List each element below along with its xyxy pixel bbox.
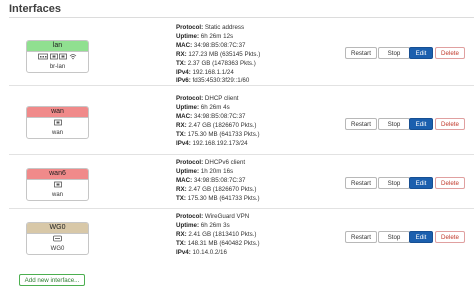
ethernet-port-icon bbox=[59, 53, 68, 60]
interface-row-wan: wan wan Protocol: DHCP client Uptime: 6h… bbox=[9, 88, 474, 155]
stop-button[interactable]: Stop bbox=[378, 47, 410, 59]
ethernet-port-icon bbox=[53, 181, 62, 188]
device-icons bbox=[27, 235, 88, 245]
network-switch-icon bbox=[38, 53, 48, 60]
restart-button[interactable]: Restart bbox=[345, 118, 377, 130]
ethernet-port-icon bbox=[49, 53, 58, 60]
device-icons bbox=[27, 53, 88, 63]
edit-button[interactable]: Edit bbox=[409, 118, 433, 130]
interface-name: lan bbox=[27, 41, 88, 52]
interface-badge[interactable]: wan wan bbox=[26, 106, 89, 139]
interface-status: Protocol: DHCPv6 client Uptime: 1h 20m 1… bbox=[176, 159, 260, 202]
interface-badge[interactable]: WG0 WG0 bbox=[26, 222, 89, 255]
restart-button[interactable]: Restart bbox=[345, 177, 377, 189]
wifi-icon bbox=[69, 54, 77, 60]
delete-button[interactable]: Delete bbox=[435, 118, 465, 130]
add-new-interface-button[interactable]: Add new interface... bbox=[19, 274, 85, 286]
page-title: Interfaces bbox=[9, 3, 61, 15]
stop-button[interactable]: Stop bbox=[378, 118, 410, 130]
edit-button[interactable]: Edit bbox=[409, 231, 433, 243]
device-name: wan bbox=[51, 130, 63, 136]
delete-button[interactable]: Delete bbox=[435, 47, 465, 59]
device-name: br-lan bbox=[49, 64, 66, 70]
delete-button[interactable]: Delete bbox=[435, 231, 465, 243]
interface-name: wan bbox=[27, 107, 88, 118]
device-icons bbox=[27, 181, 88, 191]
stop-button[interactable]: Stop bbox=[378, 231, 410, 243]
row-divider bbox=[9, 85, 474, 86]
device-name: wan bbox=[51, 192, 63, 198]
interface-badge[interactable]: lan br-lan bbox=[26, 40, 89, 73]
tunnel-icon bbox=[53, 235, 62, 242]
edit-button[interactable]: Edit bbox=[409, 177, 433, 189]
stop-button[interactable]: Stop bbox=[378, 177, 410, 189]
interface-status: Protocol: DHCP client Uptime: 6h 26m 4s … bbox=[176, 95, 260, 147]
device-name: WG0 bbox=[50, 246, 65, 252]
interface-badge[interactable]: wan6 wan bbox=[26, 168, 89, 201]
interface-status: Protocol: WireGuard VPN Uptime: 6h 26m 3… bbox=[176, 213, 260, 256]
ethernet-port-icon bbox=[53, 119, 62, 126]
interface-name: wan6 bbox=[27, 169, 88, 180]
interface-name: WG0 bbox=[27, 223, 88, 234]
restart-button[interactable]: Restart bbox=[345, 231, 377, 243]
interface-status: Protocol: Static address Uptime: 6h 26m … bbox=[176, 24, 261, 85]
interface-row-wg0: WG0 WG0 Protocol: WireGuard VPN Uptime: … bbox=[9, 209, 474, 276]
delete-button[interactable]: Delete bbox=[435, 177, 465, 189]
restart-button[interactable]: Restart bbox=[345, 47, 377, 59]
edit-button[interactable]: Edit bbox=[409, 47, 433, 59]
device-icons bbox=[27, 119, 88, 129]
interface-row-lan: lan br-lan Protocol: Static address Upti… bbox=[9, 18, 474, 86]
